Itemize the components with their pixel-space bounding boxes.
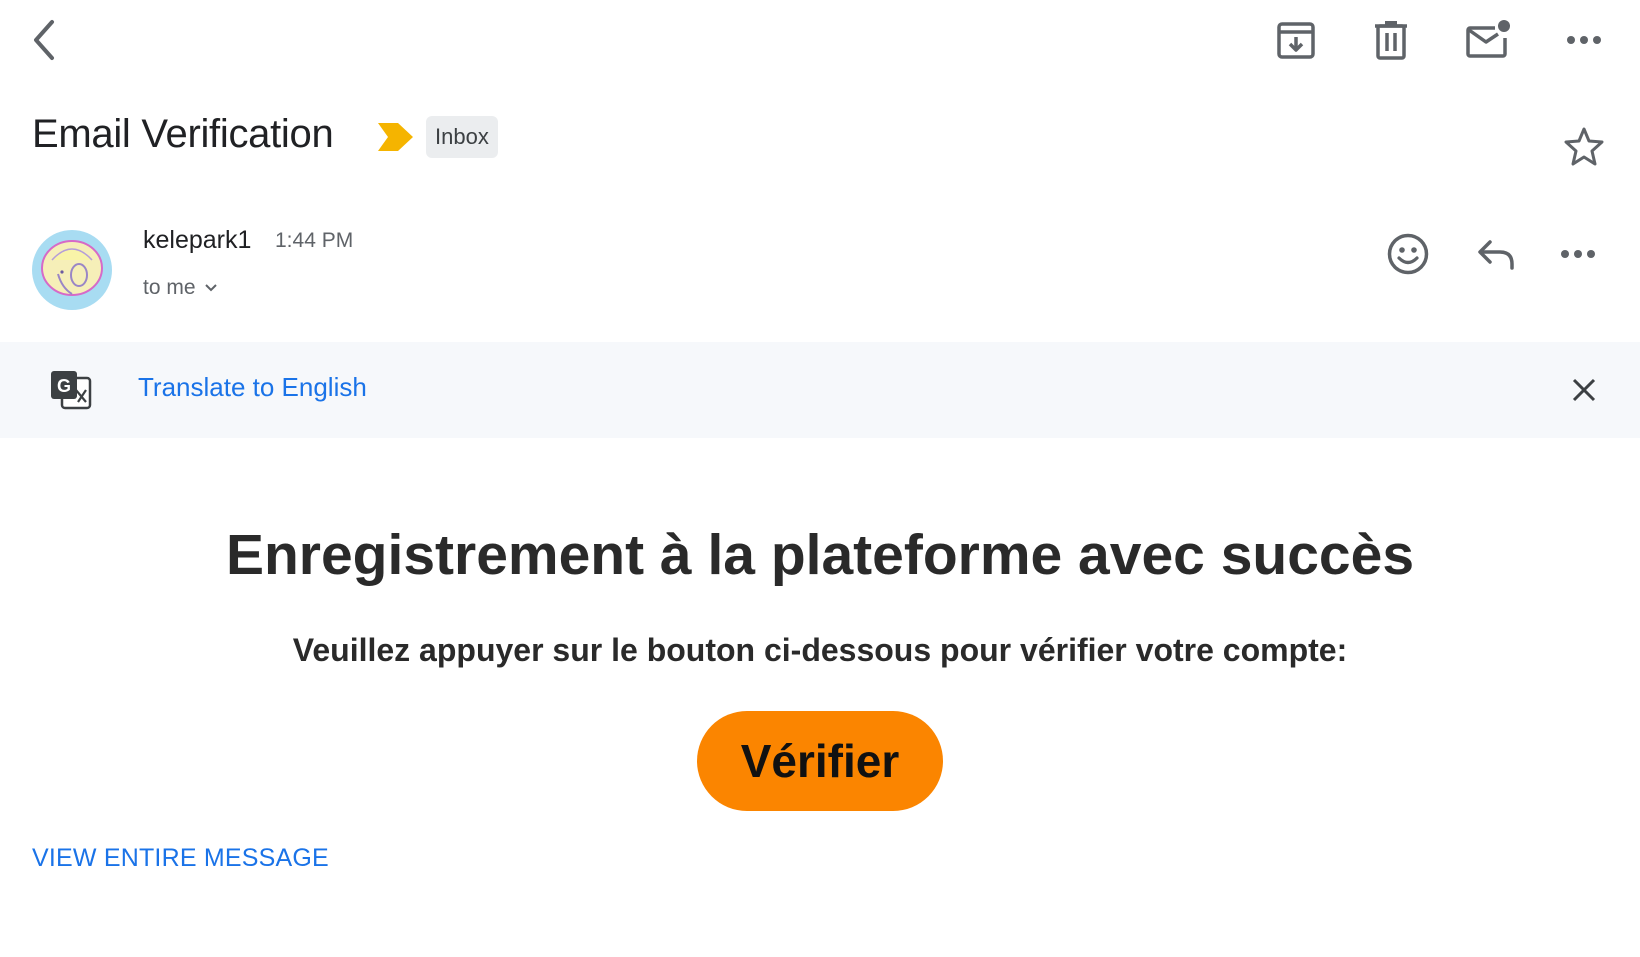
email-body-heading: Enregistrement à la plateforme avec succ… [225, 523, 1415, 587]
chevron-down-icon [204, 284, 217, 292]
sender-avatar[interactable] [32, 230, 112, 310]
email-subject: Email Verification [32, 112, 334, 156]
translate-bar: G Translate to English [0, 342, 1640, 438]
add-reaction-button[interactable] [1384, 230, 1432, 278]
reply-icon [1478, 240, 1514, 270]
avatar-illustration-icon [41, 240, 103, 296]
importance-marker-icon[interactable] [378, 122, 414, 152]
back-button[interactable] [24, 16, 64, 64]
message-more-button[interactable] [1560, 230, 1596, 278]
send-time: 1:44 PM [275, 229, 354, 252]
recipient-details-toggle[interactable]: to me [143, 276, 218, 300]
reply-button[interactable] [1472, 230, 1520, 278]
svg-text:G: G [57, 376, 71, 396]
recipient-label: to me [143, 276, 196, 299]
inbox-label-chip[interactable]: Inbox [426, 116, 498, 158]
archive-icon [1277, 22, 1315, 59]
sender-name[interactable]: kelepark1 [143, 226, 251, 255]
google-translate-icon: G [50, 370, 92, 410]
star-button[interactable] [1562, 124, 1606, 168]
delete-button[interactable] [1367, 16, 1415, 64]
more-options-button[interactable] [1560, 16, 1608, 64]
emoji-icon [1387, 233, 1429, 275]
view-entire-message-link[interactable]: VIEW ENTIRE MESSAGE [32, 844, 329, 873]
arrow-back-icon [34, 20, 54, 60]
verify-button[interactable]: Vérifier [697, 711, 943, 811]
close-translate-button[interactable] [1562, 368, 1606, 412]
more-horizontal-icon [1567, 36, 1601, 44]
archive-button[interactable] [1272, 16, 1320, 64]
trash-icon [1375, 21, 1407, 60]
mark-unread-button[interactable] [1462, 16, 1514, 64]
close-icon [1572, 378, 1596, 402]
more-horizontal-icon [1561, 250, 1595, 258]
email-body-instruction: Veuillez appuyer sur le bouton ci-dessou… [292, 632, 1348, 668]
translate-link[interactable]: Translate to English [138, 372, 367, 403]
star-outline-icon [1564, 127, 1604, 166]
mail-unread-icon [1466, 20, 1510, 58]
